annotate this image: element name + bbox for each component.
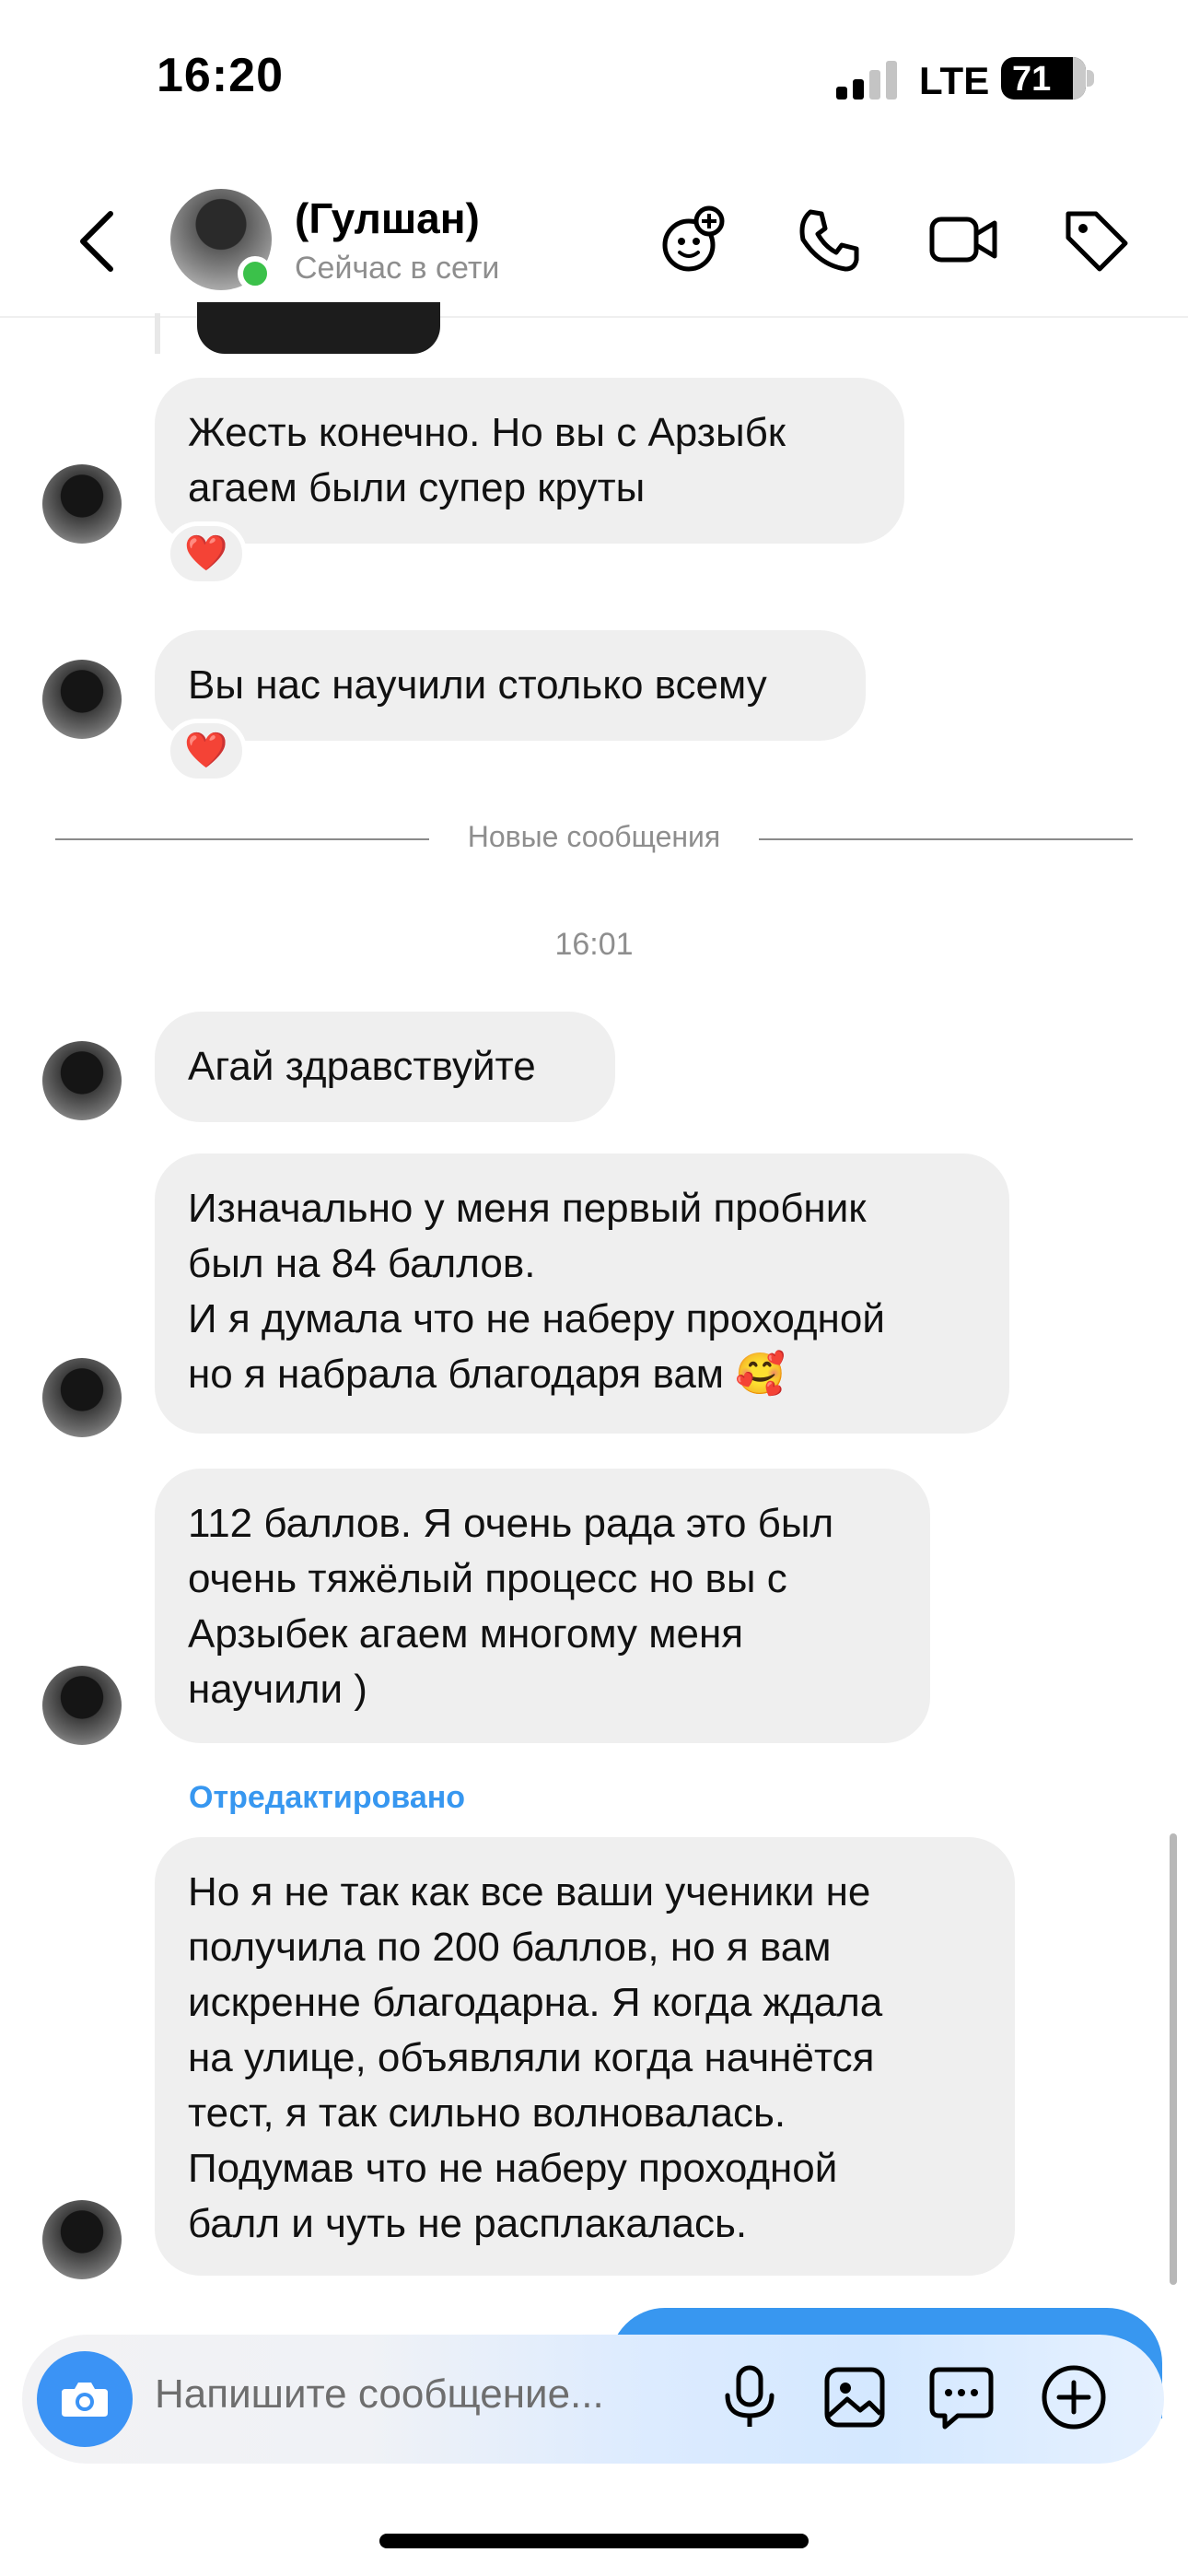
status-time: 16:20 xyxy=(157,49,284,102)
new-messages-label: Новые сообщения xyxy=(467,820,721,853)
contact-status: Сейчас в сети xyxy=(295,251,500,286)
gallery-icon[interactable] xyxy=(820,2362,890,2432)
tag-icon[interactable] xyxy=(1059,203,1133,276)
heart-reaction[interactable]: ❤️ xyxy=(166,521,247,586)
signal-icon xyxy=(836,61,897,100)
battery-tip xyxy=(1087,70,1094,87)
sender-avatar[interactable] xyxy=(42,1358,122,1437)
header-divider xyxy=(0,316,1188,318)
reply-line xyxy=(155,313,160,354)
message-bubble[interactable]: Но я не так как все ваши ученики не полу… xyxy=(155,1837,1015,2276)
sender-avatar[interactable] xyxy=(42,2200,122,2279)
sender-avatar[interactable] xyxy=(42,464,122,544)
battery-percent: 71 xyxy=(1012,60,1052,99)
message-bubble[interactable]: Жесть конечно. Но вы с Арзыбк агаем были… xyxy=(155,378,904,544)
previous-media-message[interactable] xyxy=(197,302,440,354)
microphone-icon[interactable] xyxy=(715,2362,785,2432)
scrollbar[interactable] xyxy=(1170,1833,1177,2285)
message-bubble[interactable]: Вы нас научили столько всему xyxy=(155,630,866,741)
back-chevron-icon[interactable] xyxy=(74,205,120,278)
sender-avatar[interactable] xyxy=(42,1041,122,1120)
online-indicator xyxy=(238,256,273,291)
home-indicator[interactable] xyxy=(379,2534,809,2548)
battery-icon: 71 xyxy=(1001,57,1086,100)
phone-icon[interactable] xyxy=(792,203,866,276)
network-label: LTE xyxy=(919,59,990,102)
separator-line-right xyxy=(759,838,1133,840)
message-timestamp: 16:01 xyxy=(554,927,634,962)
camera-icon xyxy=(62,2383,108,2417)
heart-reaction[interactable]: ❤️ xyxy=(166,719,247,783)
message-bubble[interactable]: Изначально у меня первый пробник был на … xyxy=(155,1153,1009,1434)
message-input[interactable]: Напишите сообщение... xyxy=(155,2371,604,2418)
add-effects-icon[interactable] xyxy=(658,203,731,276)
sender-avatar[interactable] xyxy=(42,1666,122,1745)
message-bubble[interactable]: 112 баллов. Я очень рада это был очень т… xyxy=(155,1469,930,1743)
video-icon[interactable] xyxy=(926,203,1000,276)
camera-button[interactable] xyxy=(37,2351,133,2447)
message-bubble[interactable]: Агай здравствуйте xyxy=(155,1012,615,1122)
sticker-icon[interactable] xyxy=(926,2362,996,2432)
plus-icon[interactable] xyxy=(1039,2362,1109,2432)
sender-avatar[interactable] xyxy=(42,660,122,739)
edited-label: Отредактировано xyxy=(189,1780,466,1815)
contact-name[interactable]: (Гулшан) xyxy=(295,193,480,243)
